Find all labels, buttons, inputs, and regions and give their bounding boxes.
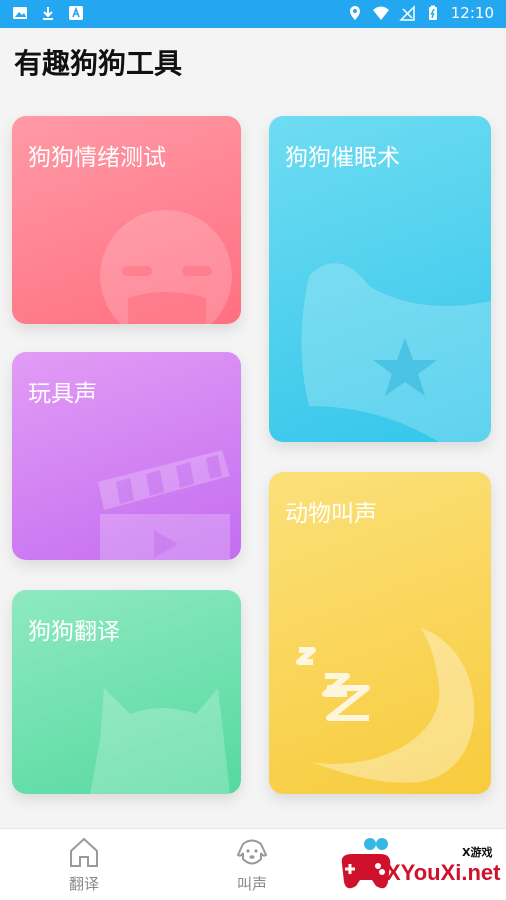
card-mood-test[interactable]: 狗狗情绪测试: [12, 116, 241, 324]
image-icon: [13, 7, 27, 19]
card-label: 动物叫声: [285, 501, 377, 527]
wifi-icon: [372, 6, 389, 20]
tab-label: 叫声: [236, 875, 267, 893]
card-label: 玩具声: [28, 381, 97, 407]
tab-bark[interactable]: 叫声: [212, 835, 292, 894]
download-icon: [43, 7, 53, 20]
tab-label: 翻译: [68, 875, 99, 893]
watermark-tag: X游戏: [462, 846, 493, 859]
card-label: 狗狗催眠术: [285, 145, 400, 171]
battery-icon: [428, 5, 437, 20]
home-icon: [70, 837, 98, 867]
location-icon: [349, 6, 360, 20]
card-hypnosis[interactable]: 狗狗催眠术: [269, 116, 491, 442]
card-label: 狗狗翻译: [28, 619, 120, 645]
card-animal-sound[interactable]: 动物叫声: [269, 472, 491, 794]
status-bar: 12:10: [0, 0, 506, 28]
app-a-icon: [69, 6, 83, 20]
dog-face-icon: [236, 839, 268, 865]
card-label: 狗狗情绪测试: [28, 145, 166, 171]
page-title: 有趣狗狗工具: [14, 47, 183, 80]
card-toy-sound[interactable]: 玩具声: [12, 352, 241, 560]
watermark-logo: X游戏 XYouXi.net: [336, 834, 502, 896]
tab-translate[interactable]: 翻译: [44, 835, 124, 894]
card-translate[interactable]: 狗狗翻译: [12, 590, 241, 794]
no-signal-icon: [398, 5, 415, 21]
watermark-brand: XYouXi.net: [386, 860, 501, 885]
status-time: 12:10: [450, 4, 494, 22]
